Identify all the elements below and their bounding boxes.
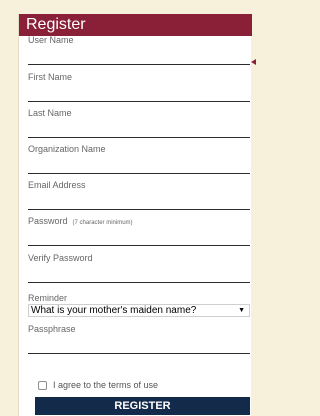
user-name-input[interactable]: [28, 49, 250, 63]
passphrase-input[interactable]: [28, 338, 250, 352]
terms-row: I agree to the terms of use: [38, 379, 158, 391]
form-title: Register: [19, 14, 252, 36]
first-name-field[interactable]: First Name: [28, 72, 250, 102]
passphrase-field[interactable]: Passphrase: [28, 324, 250, 354]
email-address-label: Email Address: [28, 180, 86, 190]
verify-password-input[interactable]: [28, 267, 250, 281]
first-name-input[interactable]: [28, 86, 250, 100]
password-label-text: Password: [28, 216, 68, 226]
tooltip-pointer-icon: [251, 59, 256, 65]
organization-name-input[interactable]: [28, 158, 250, 172]
register-button[interactable]: REGISTER: [35, 397, 250, 415]
first-name-label: First Name: [28, 72, 73, 82]
email-address-input[interactable]: [28, 194, 250, 208]
verify-password-label: Verify Password: [28, 253, 93, 263]
reminder-label: Reminder: [28, 293, 68, 303]
passphrase-label: Passphrase: [28, 324, 76, 334]
last-name-field[interactable]: Last Name: [28, 108, 250, 138]
register-form: Register User Name First Name Last Name …: [18, 14, 252, 416]
password-hint: (7 character minimum): [72, 220, 133, 226]
user-name-label: User Name: [28, 35, 74, 45]
terms-checkbox[interactable]: [38, 380, 47, 390]
password-field[interactable]: Password (7 character minimum): [28, 216, 250, 246]
organization-name-label: Organization Name: [28, 144, 106, 154]
reminder-select[interactable]: What is your mother's maiden name? ▼: [28, 304, 250, 317]
user-name-field[interactable]: User Name: [28, 35, 250, 65]
last-name-label: Last Name: [28, 108, 72, 118]
last-name-input[interactable]: [28, 122, 250, 136]
password-label: Password (7 character minimum): [28, 216, 133, 229]
email-address-field[interactable]: Email Address: [28, 180, 250, 210]
organization-name-field[interactable]: Organization Name: [28, 144, 250, 174]
reminder-selected-value: What is your mother's maiden name?: [31, 305, 197, 316]
verify-password-field[interactable]: Verify Password: [28, 253, 250, 283]
terms-label: I agree to the terms of use: [53, 380, 159, 390]
dropdown-arrow-icon: ▼: [238, 307, 245, 314]
password-input[interactable]: [28, 230, 250, 244]
